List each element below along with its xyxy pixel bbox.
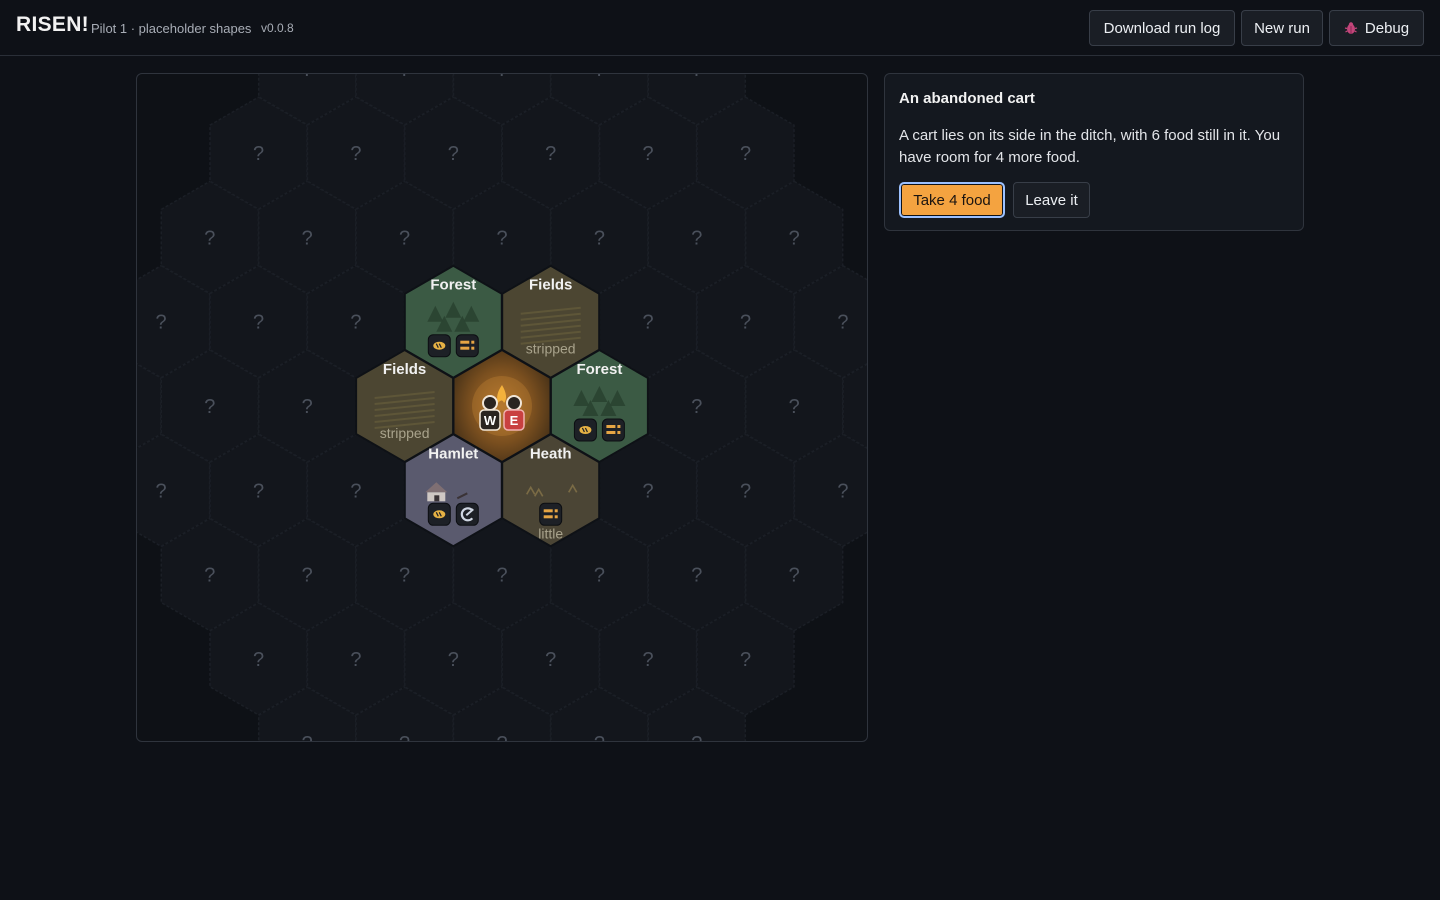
unknown-symbol: ? (302, 74, 313, 81)
unknown-symbol: ? (691, 733, 702, 741)
party-member-initial: E (510, 413, 519, 428)
unknown-symbol: ? (350, 143, 361, 165)
tile-name: Forest (576, 361, 622, 378)
event-description: A cart lies on its side in the ditch, wi… (899, 127, 1281, 166)
unknown-symbol: ? (496, 74, 507, 81)
unknown-symbol: ? (643, 312, 654, 334)
unknown-symbol: ? (448, 143, 459, 165)
party-member-token[interactable]: W (479, 395, 501, 431)
party-member-token[interactable]: E (503, 395, 525, 431)
unknown-symbol: ? (789, 565, 800, 587)
tile-name: Heath (530, 445, 572, 462)
unknown-symbol: ? (302, 227, 313, 249)
unknown-symbol: ? (350, 480, 361, 502)
new-run-button[interactable]: New run (1241, 10, 1323, 46)
party-member-initial: W (484, 413, 497, 428)
unknown-symbol: ? (399, 227, 410, 249)
unknown-symbol: ? (594, 227, 605, 249)
unknown-symbol: ? (643, 480, 654, 502)
unknown-symbol: ? (204, 396, 215, 418)
unknown-symbol: ? (594, 733, 605, 741)
tile-name: Fields (529, 277, 572, 294)
unknown-symbol: ? (253, 649, 264, 671)
unknown-symbol: ? (691, 565, 702, 587)
unknown-symbol: ? (691, 396, 702, 418)
supplies-icon (601, 418, 625, 442)
tile-note: stripped (380, 425, 430, 441)
unknown-symbol: ? (691, 74, 702, 81)
unknown-symbol: ? (156, 480, 167, 502)
unknown-symbol: ? (448, 649, 459, 671)
tile-note: little (538, 525, 563, 541)
unknown-symbol: ? (399, 74, 410, 81)
debug-button[interactable]: Debug (1329, 10, 1424, 46)
event-title: An abandoned cart (899, 90, 1035, 107)
unknown-symbol: ? (253, 143, 264, 165)
version-label: v0.0.8 (261, 21, 294, 35)
unknown-symbol: ? (302, 733, 313, 741)
unknown-symbol: ? (545, 143, 556, 165)
unknown-symbol: ? (496, 565, 507, 587)
unknown-symbol: ? (204, 227, 215, 249)
debug-label: Debug (1364, 19, 1410, 37)
tile-note: stripped (526, 341, 576, 357)
unknown-symbol: ? (740, 480, 751, 502)
unknown-symbol: ? (740, 649, 751, 671)
app-subtitle: Pilot 1 · placeholder shapes (91, 21, 252, 36)
take-food-button[interactable]: Take 4 food (899, 182, 1005, 218)
leave-it-button[interactable]: Leave it (1013, 182, 1090, 218)
unknown-symbol: ? (302, 565, 313, 587)
unknown-symbol: ? (496, 733, 507, 741)
app-title: RISEN! (16, 13, 89, 36)
unknown-symbol: ? (837, 480, 848, 502)
unknown-symbol: ? (789, 396, 800, 418)
unknown-symbol: ? (594, 74, 605, 81)
unknown-symbol: ? (302, 396, 313, 418)
food-icon (573, 418, 597, 442)
unknown-symbol: ? (253, 480, 264, 502)
unknown-symbol: ? (399, 733, 410, 741)
unknown-symbol: ? (496, 227, 507, 249)
tile-name: Hamlet (428, 445, 478, 462)
unknown-symbol: ? (350, 649, 361, 671)
unknown-symbol: ? (399, 565, 410, 587)
food-icon (427, 334, 451, 358)
bug-icon (1344, 22, 1358, 34)
hex-map-panel: ????????????????????????????????????????… (136, 73, 868, 742)
tile-name: Fields (383, 361, 426, 378)
unknown-symbol: ? (350, 312, 361, 334)
unknown-symbol: ? (156, 312, 167, 334)
unknown-symbol: ? (594, 565, 605, 587)
supplies-icon (455, 334, 479, 358)
hex-map: ????????????????????????????????????????… (137, 74, 867, 741)
unknown-symbol: ? (691, 227, 702, 249)
unknown-symbol: ? (740, 312, 751, 334)
event-panel: An abandoned cart A cart lies on its sid… (884, 73, 1304, 231)
unknown-symbol: ? (253, 312, 264, 334)
download-run-log-button[interactable]: Download run log (1089, 10, 1235, 46)
unknown-symbol: ? (545, 649, 556, 671)
unknown-symbol: ? (740, 143, 751, 165)
food-icon (427, 502, 451, 526)
unknown-symbol: ? (837, 312, 848, 334)
supplies-icon (539, 502, 563, 526)
repair-icon (455, 502, 479, 526)
tile-name: Forest (430, 277, 476, 294)
unknown-symbol: ? (204, 565, 215, 587)
top-bar: RISEN! Pilot 1 · placeholder shapes v0.0… (0, 0, 1440, 56)
unknown-symbol: ? (643, 649, 654, 671)
unknown-symbol: ? (789, 227, 800, 249)
unknown-symbol: ? (643, 143, 654, 165)
